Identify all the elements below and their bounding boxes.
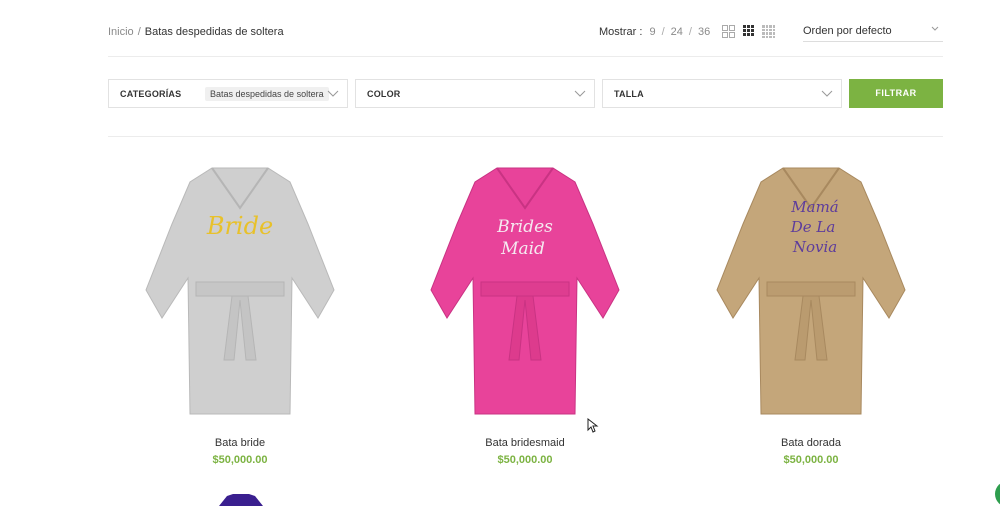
size-filter[interactable]: TALLA — [602, 79, 842, 108]
embroidery-line-1: Brides — [496, 217, 553, 237]
product-card[interactable]: Mamá De La Novia Bata dorada $50,000.00 — [711, 160, 911, 466]
breadcrumb-separator: / — [137, 26, 141, 38]
color-filter[interactable]: COLOR — [355, 79, 595, 108]
per-page-label: Mostrar : — [599, 26, 643, 38]
product-image[interactable]: Mamá De La Novia — [711, 160, 911, 422]
chevron-down-icon — [821, 90, 833, 97]
floating-chat-button-partial[interactable] — [990, 478, 1000, 506]
per-page-option-24[interactable]: 24 — [671, 26, 683, 38]
filter-bar: CATEGORÍAS Batas despedidas de soltera C… — [108, 79, 943, 108]
embroidery-line-1: Mamá — [790, 198, 839, 216]
embroidery-line-2: Maid — [500, 239, 545, 259]
product-image-partial[interactable] — [213, 492, 268, 506]
per-page-option-9[interactable]: 9 — [649, 26, 655, 38]
embroidery-line-3: Novia — [792, 238, 837, 256]
chevron-down-icon — [931, 26, 939, 31]
breadcrumb: Inicio / Batas despedidas de soltera — [108, 26, 284, 38]
selected-category-chip[interactable]: Batas despedidas de soltera — [205, 87, 329, 101]
product-price: $50,000.00 — [497, 454, 553, 466]
view-toggle — [722, 25, 775, 38]
robe-shape — [430, 167, 620, 415]
product-name[interactable]: Bata bridesmaid — [425, 437, 625, 449]
chevron-down-icon — [327, 90, 339, 97]
grid-4-icon[interactable] — [762, 25, 775, 38]
divider — [108, 56, 943, 57]
product-name[interactable]: Bata bride — [140, 437, 340, 449]
chevron-down-icon — [574, 90, 586, 97]
product-image[interactable]: Brides Maid — [425, 160, 625, 422]
size-filter-label: TALLA — [614, 89, 644, 99]
grid-3-icon[interactable] — [743, 25, 754, 38]
color-filter-label: COLOR — [367, 89, 401, 99]
product-card[interactable]: Bride Bata bride $50,000.00 — [140, 160, 340, 466]
per-page-separator: / — [661, 26, 665, 38]
categories-filter[interactable]: CATEGORÍAS Batas despedidas de soltera — [108, 79, 348, 108]
product-name[interactable]: Bata dorada — [711, 437, 911, 449]
product-image[interactable]: Bride — [140, 160, 340, 422]
embroidery-text: Bride — [206, 212, 273, 240]
per-page-separator: / — [688, 26, 692, 38]
per-page-selector: Mostrar : 9 / 24 / 36 — [599, 26, 710, 38]
sort-selected-value: Orden por defecto — [803, 25, 892, 37]
grid-2-icon[interactable] — [722, 25, 735, 38]
divider — [108, 136, 943, 137]
product-price: $50,000.00 — [212, 454, 268, 466]
per-page-option-36[interactable]: 36 — [698, 26, 710, 38]
embroidery-line-2: De La — [790, 218, 836, 236]
filter-button[interactable]: FILTRAR — [849, 79, 943, 108]
categories-filter-label: CATEGORÍAS — [120, 89, 182, 99]
product-price: $50,000.00 — [783, 454, 839, 466]
mouse-cursor-icon — [587, 418, 599, 433]
robe-shape — [145, 167, 335, 415]
breadcrumb-home-link[interactable]: Inicio — [108, 26, 134, 38]
shop-toolbar: Inicio / Batas despedidas de soltera Mostr… — [108, 22, 943, 44]
breadcrumb-current: Batas despedidas de soltera — [144, 26, 284, 38]
sort-select[interactable]: Orden por defecto — [803, 22, 943, 42]
